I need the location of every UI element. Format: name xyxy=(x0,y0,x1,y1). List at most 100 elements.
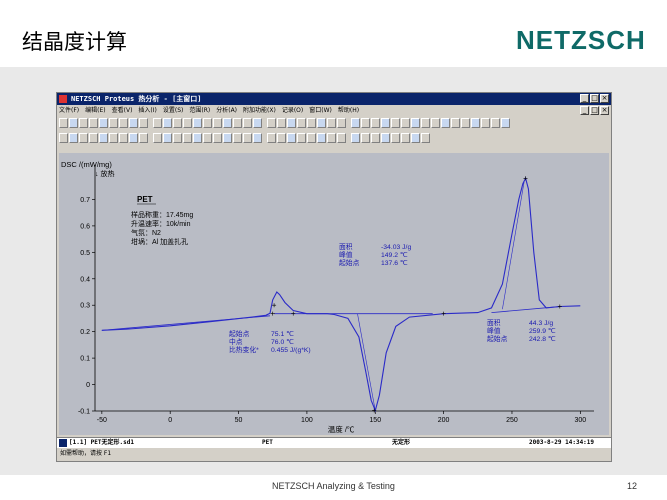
toolbar2-tool-button[interactable] xyxy=(129,133,138,143)
toolbar2-tool-button[interactable] xyxy=(183,133,192,143)
toolbar2-tool-button[interactable] xyxy=(277,133,286,143)
toolbar2-tool-button[interactable] xyxy=(337,133,346,143)
window-titlebar[interactable]: NETZSCH Proteus 热分析 - [主窗口] _ □ × xyxy=(57,93,611,105)
toolbar2-tool-button[interactable] xyxy=(307,133,316,143)
toolbar1-tool-button[interactable] xyxy=(153,118,162,128)
toolbar1-tool-button[interactable] xyxy=(79,118,88,128)
toolbar1-tool-button[interactable] xyxy=(451,118,460,128)
toolbar2-tool-button[interactable] xyxy=(391,133,400,143)
toolbar1-tool-button[interactable] xyxy=(277,118,286,128)
toolbar2-tool-button[interactable] xyxy=(173,133,182,143)
toolbar1-tool-button[interactable] xyxy=(391,118,400,128)
menu-view[interactable]: 查看(V) xyxy=(112,105,133,116)
toolbar1-tool-button[interactable] xyxy=(351,118,360,128)
toolbar1-tool-button[interactable] xyxy=(481,118,490,128)
toolbar1-tool-button[interactable] xyxy=(183,118,192,128)
toolbar2-tool-button[interactable] xyxy=(327,133,336,143)
toolbar1-tool-button[interactable] xyxy=(471,118,480,128)
toolbar1-tool-button[interactable] xyxy=(89,118,98,128)
toolbar1-tool-button[interactable] xyxy=(193,118,202,128)
menu-record[interactable]: 记录(O) xyxy=(282,105,303,116)
toolbar1-tool-button[interactable] xyxy=(69,118,78,128)
toolbar2-tool-button[interactable] xyxy=(421,133,430,143)
toolbar2-tool-button[interactable] xyxy=(119,133,128,143)
toolbar2-tool-button[interactable] xyxy=(153,133,162,143)
toolbar1-tool-button[interactable] xyxy=(163,118,172,128)
toolbar2-tool-button[interactable] xyxy=(213,133,222,143)
toolbar1-tool-button[interactable] xyxy=(327,118,336,128)
toolbar1-tool-button[interactable] xyxy=(381,118,390,128)
toolbar1-tool-button[interactable] xyxy=(267,118,276,128)
toolbar1-tool-button[interactable] xyxy=(337,118,346,128)
doc-restore-button[interactable]: □ xyxy=(590,106,599,115)
menu-window[interactable]: 窗口(W) xyxy=(309,105,332,116)
menu-settings[interactable]: 设置(S) xyxy=(163,105,184,116)
toolbar1-tool-button[interactable] xyxy=(411,118,420,128)
toolbar1-tool-button[interactable] xyxy=(317,118,326,128)
toolbar2-tool-button[interactable] xyxy=(243,133,252,143)
toolbar1-tool-button[interactable] xyxy=(119,118,128,128)
toolbar1-tool-button[interactable] xyxy=(421,118,430,128)
toolbar2-tool-button[interactable] xyxy=(401,133,410,143)
toolbar1-tool-button[interactable] xyxy=(361,118,370,128)
toolbar2-tool-button[interactable] xyxy=(297,133,306,143)
toolbar2-tool-button[interactable] xyxy=(317,133,326,143)
toolbar1-tool-button[interactable] xyxy=(173,118,182,128)
toolbar2-tool-button[interactable] xyxy=(361,133,370,143)
toolbar1-tool-button[interactable] xyxy=(213,118,222,128)
toolbar1-tool-button[interactable] xyxy=(287,118,296,128)
menu-file[interactable]: 文件(F) xyxy=(59,105,79,116)
toolbar1-tool-button[interactable] xyxy=(99,118,108,128)
minimize-button[interactable]: _ xyxy=(580,94,589,103)
toolbar1-tool-button[interactable] xyxy=(223,118,232,128)
toolbar2-tool-button[interactable] xyxy=(233,133,242,143)
toolbar1-tool-button[interactable] xyxy=(431,118,440,128)
toolbar1-tool-button[interactable] xyxy=(253,118,262,128)
toolbar2-tool-button[interactable] xyxy=(267,133,276,143)
menu-help[interactable]: 帮助(H) xyxy=(338,105,359,116)
toolbar1-tool-button[interactable] xyxy=(297,118,306,128)
toolbar2-tool-button[interactable] xyxy=(163,133,172,143)
close-button[interactable]: × xyxy=(600,94,609,103)
maximize-button[interactable]: □ xyxy=(590,94,599,103)
menu-insert[interactable]: 插入(I) xyxy=(138,105,156,116)
toolbar1-tool-button[interactable] xyxy=(401,118,410,128)
annotation-label: 面积 xyxy=(487,318,501,327)
toolbar1-tool-button[interactable] xyxy=(307,118,316,128)
toolbar1-tool-button[interactable] xyxy=(441,118,450,128)
toolbar2-tool-button[interactable] xyxy=(79,133,88,143)
toolbar2-tool-button[interactable] xyxy=(193,133,202,143)
toolbar2-tool-button[interactable] xyxy=(287,133,296,143)
toolbar1-tool-button[interactable] xyxy=(109,118,118,128)
toolbar2-tool-button[interactable] xyxy=(59,133,68,143)
toolbar2-tool-button[interactable] xyxy=(69,133,78,143)
toolbar2-tool-button[interactable] xyxy=(411,133,420,143)
toolbar1-tool-button[interactable] xyxy=(371,118,380,128)
toolbar2-tool-button[interactable] xyxy=(89,133,98,143)
toolbar2-tool-button[interactable] xyxy=(371,133,380,143)
doc-close-button[interactable]: × xyxy=(600,106,609,115)
annotation-label: 起始点 xyxy=(339,258,360,267)
toolbar1-tool-button[interactable] xyxy=(233,118,242,128)
toolbar2-tool-button[interactable] xyxy=(381,133,390,143)
toolbar1-tool-button[interactable] xyxy=(461,118,470,128)
toolbar1-tool-button[interactable] xyxy=(139,118,148,128)
toolbar1-tool-button[interactable] xyxy=(243,118,252,128)
toolbar1-tool-button[interactable] xyxy=(129,118,138,128)
menu-range[interactable]: 范围(R) xyxy=(189,105,210,116)
toolbar2-tool-button[interactable] xyxy=(253,133,262,143)
toolbar2-tool-button[interactable] xyxy=(99,133,108,143)
toolbar2-tool-button[interactable] xyxy=(109,133,118,143)
toolbar2-tool-button[interactable] xyxy=(223,133,232,143)
toolbar1-tool-button[interactable] xyxy=(203,118,212,128)
toolbar2-tool-button[interactable] xyxy=(203,133,212,143)
toolbar1-tool-button[interactable] xyxy=(59,118,68,128)
toolbar2-tool-button[interactable] xyxy=(139,133,148,143)
menu-extras[interactable]: 附加功能(X) xyxy=(243,105,276,116)
doc-minimize-button[interactable]: _ xyxy=(580,106,589,115)
menu-edit[interactable]: 编辑(E) xyxy=(85,105,105,116)
toolbar1-tool-button[interactable] xyxy=(501,118,510,128)
menu-analysis[interactable]: 分析(A) xyxy=(216,105,237,116)
toolbar1-tool-button[interactable] xyxy=(491,118,500,128)
toolbar2-tool-button[interactable] xyxy=(351,133,360,143)
